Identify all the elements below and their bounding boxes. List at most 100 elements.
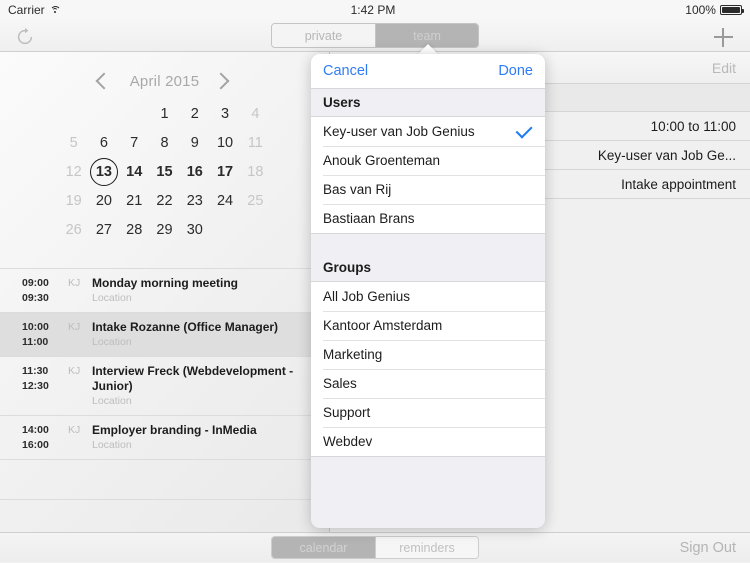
popover-body: Users Key-user van Job Genius Anouk Groe… bbox=[311, 89, 545, 528]
calendar-day[interactable]: 25 bbox=[240, 189, 270, 213]
event-owner-initials: KJ bbox=[68, 424, 81, 436]
event-time-range: 11:30 12:30 bbox=[22, 364, 64, 394]
list-item[interactable]: Sales bbox=[311, 369, 545, 398]
event-location: Location bbox=[92, 292, 132, 304]
segment-reminders[interactable]: reminders bbox=[375, 537, 478, 558]
month-header: April 2015 bbox=[0, 64, 329, 98]
calendar-grid[interactable]: 1 2 3 4 5 6 7 8 9 10 11 12 13 14 15 16 1… bbox=[59, 102, 271, 242]
calendar-day-selected[interactable]: 13 bbox=[89, 158, 119, 186]
calendar-day bbox=[210, 218, 240, 242]
calendar-day bbox=[89, 102, 119, 126]
list-item[interactable]: Anouk Groenteman bbox=[311, 146, 545, 175]
sign-out-button[interactable]: Sign Out bbox=[680, 533, 736, 563]
calendar-day[interactable]: 21 bbox=[119, 189, 149, 213]
calendar-day[interactable]: 17 bbox=[210, 160, 240, 184]
add-event-button[interactable] bbox=[710, 24, 736, 50]
calendar-day[interactable]: 4 bbox=[240, 102, 270, 126]
event-title: Monday morning meeting bbox=[92, 276, 239, 290]
event-owner-initials: KJ bbox=[68, 321, 81, 333]
calendar-day[interactable]: 14 bbox=[119, 160, 149, 184]
segment-private[interactable]: private bbox=[272, 24, 375, 47]
event-start-time: 11:30 bbox=[22, 365, 49, 377]
cancel-button[interactable]: Cancel bbox=[323, 63, 368, 79]
list-item[interactable]: Marketing bbox=[311, 340, 545, 369]
refresh-icon bbox=[17, 27, 33, 45]
list-item[interactable]: Bastiaan Brans bbox=[311, 204, 545, 233]
popover-panel: Cancel Done Users Key-user van Job Geniu… bbox=[311, 54, 545, 528]
previous-month-button[interactable] bbox=[88, 67, 116, 95]
event-location: Location bbox=[92, 336, 132, 348]
calendar-day[interactable]: 29 bbox=[149, 218, 179, 242]
event-end-time: 09:30 bbox=[22, 292, 49, 304]
calendar-day[interactable]: 6 bbox=[89, 131, 119, 155]
calendar-day[interactable]: 10 bbox=[210, 131, 240, 155]
list-item[interactable]: Bas van Rij bbox=[311, 175, 545, 204]
event-body: Employer branding - InMedia Location bbox=[92, 423, 329, 453]
left-pane: April 2015 1 2 3 4 5 6 7 8 9 10 11 12 13… bbox=[0, 52, 330, 532]
event-title: Employer branding - InMedia bbox=[92, 423, 257, 437]
event-start-time: 14:00 bbox=[22, 424, 49, 436]
calendar-day[interactable]: 20 bbox=[89, 189, 119, 213]
calendar-day[interactable]: 24 bbox=[210, 189, 240, 213]
list-item[interactable]: Kantoor Amsterdam bbox=[311, 311, 545, 340]
edit-button[interactable]: Edit bbox=[712, 60, 736, 76]
section-header-groups: Groups bbox=[311, 254, 545, 281]
event-title: Interview Freck (Webdevelopment - Junior… bbox=[92, 364, 294, 393]
refresh-button[interactable] bbox=[12, 24, 38, 50]
calendar-day[interactable]: 5 bbox=[59, 131, 89, 155]
list-item[interactable]: Key-user van Job Genius bbox=[311, 117, 545, 146]
event-time-range: 09:00 09:30 bbox=[22, 276, 64, 306]
calendar-day[interactable]: 12 bbox=[59, 160, 89, 184]
calendar-day[interactable]: 11 bbox=[240, 131, 270, 155]
list-item-selected[interactable]: 10:00 11:00 KJ Intake Rozanne (Office Ma… bbox=[0, 313, 329, 357]
calendar-day[interactable]: 8 bbox=[149, 131, 179, 155]
list-item[interactable]: Support bbox=[311, 398, 545, 427]
carrier-label: Carrier bbox=[8, 3, 45, 17]
event-owner-initials: KJ bbox=[68, 277, 81, 289]
done-button[interactable]: Done bbox=[498, 63, 533, 79]
user-label: Anouk Groenteman bbox=[323, 153, 441, 168]
group-label: Support bbox=[323, 405, 371, 420]
popover-header: Cancel Done bbox=[311, 54, 545, 89]
scope-segmented-control[interactable]: private team bbox=[271, 23, 479, 48]
list-item[interactable]: 11:30 12:30 KJ Interview Freck (Webdevel… bbox=[0, 357, 329, 416]
calendar-day[interactable]: 9 bbox=[180, 131, 210, 155]
group-label: Kantoor Amsterdam bbox=[323, 318, 443, 333]
top-toolbar: private team bbox=[0, 20, 750, 52]
group-label: Webdev bbox=[323, 434, 373, 449]
next-month-button[interactable] bbox=[209, 67, 237, 95]
calendar-day[interactable]: 19 bbox=[59, 189, 89, 213]
event-start-time: 10:00 bbox=[22, 321, 49, 333]
user-label: Key-user van Job Genius bbox=[323, 124, 475, 139]
segment-calendar[interactable]: calendar bbox=[272, 537, 375, 558]
status-bar-right: 100% bbox=[685, 3, 744, 17]
calendar-day[interactable]: 30 bbox=[180, 218, 210, 242]
calendar-day[interactable]: 18 bbox=[240, 160, 270, 184]
calendar-day[interactable]: 7 bbox=[119, 131, 149, 155]
event-body: Interview Freck (Webdevelopment - Junior… bbox=[92, 364, 329, 409]
list-item[interactable]: All Job Genius bbox=[311, 282, 545, 311]
calendar-day[interactable]: 1 bbox=[149, 102, 179, 126]
calendar-day[interactable]: 3 bbox=[210, 102, 240, 126]
calendar-day[interactable]: 28 bbox=[119, 218, 149, 242]
event-time-range: 10:00 11:00 bbox=[22, 320, 64, 350]
list-item[interactable]: Webdev bbox=[311, 427, 545, 456]
battery-full-icon bbox=[719, 5, 744, 15]
event-end-time: 12:30 bbox=[22, 380, 49, 392]
group-label: All Job Genius bbox=[323, 289, 411, 304]
groups-list: All Job Genius Kantoor Amsterdam Marketi… bbox=[311, 281, 545, 457]
calendar-day[interactable]: 26 bbox=[59, 218, 89, 242]
list-item[interactable]: 09:00 09:30 KJ Monday morning meeting Lo… bbox=[0, 269, 329, 313]
calendar-day[interactable]: 16 bbox=[180, 160, 210, 184]
section-header-users: Users bbox=[311, 89, 545, 116]
calendar-day[interactable]: 15 bbox=[149, 160, 179, 184]
list-item[interactable]: 14:00 16:00 KJ Employer branding - InMed… bbox=[0, 416, 329, 460]
view-segmented-control[interactable]: calendar reminders bbox=[271, 536, 479, 559]
event-list: 09:00 09:30 KJ Monday morning meeting Lo… bbox=[0, 268, 329, 500]
calendar-day[interactable]: 23 bbox=[180, 189, 210, 213]
chevron-left-icon bbox=[95, 72, 113, 90]
event-owner-initials: KJ bbox=[68, 365, 81, 377]
calendar-day[interactable]: 27 bbox=[89, 218, 119, 242]
calendar-day[interactable]: 22 bbox=[149, 189, 179, 213]
calendar-day[interactable]: 2 bbox=[180, 102, 210, 126]
